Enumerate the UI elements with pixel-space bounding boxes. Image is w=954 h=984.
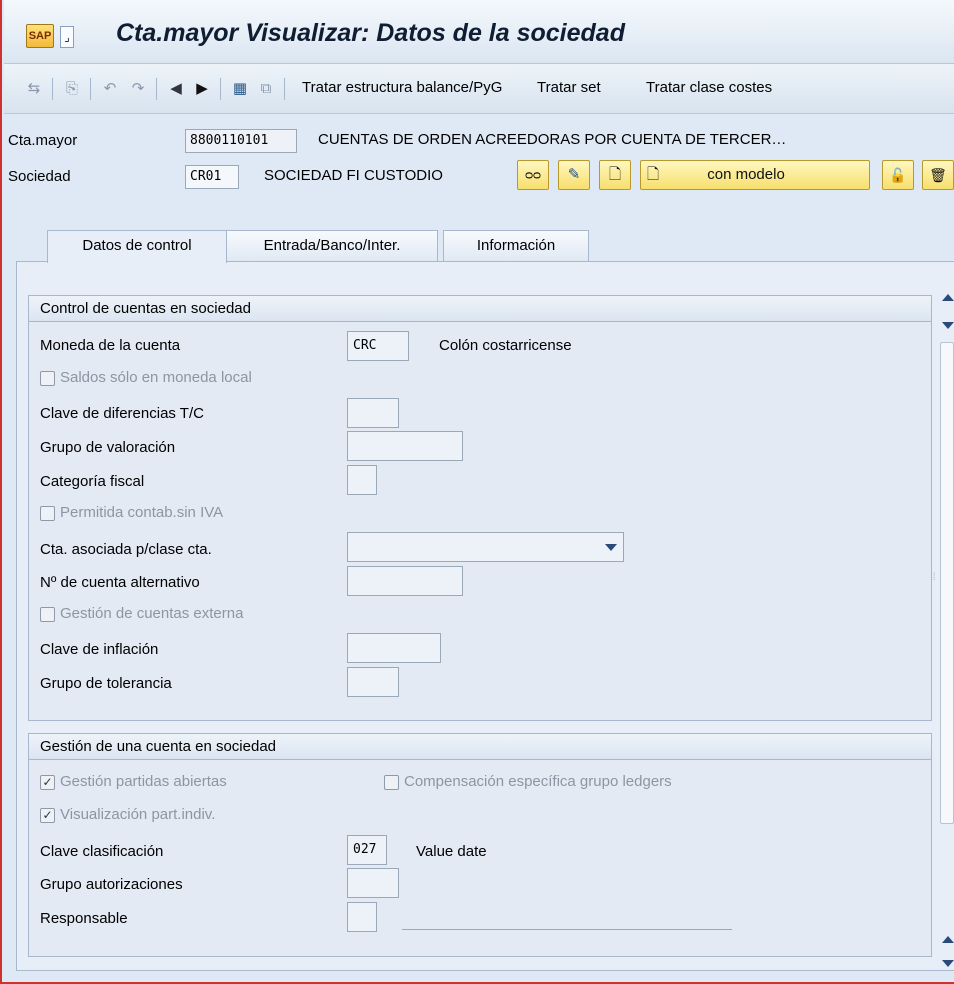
open-items-checkbox[interactable]: ✓ bbox=[40, 775, 55, 790]
toolbar-separator bbox=[220, 78, 221, 100]
sort-key-description: Value date bbox=[416, 843, 487, 860]
sap-menu-icon[interactable]: SAP bbox=[26, 24, 54, 48]
blank-page-icon: 🗋 bbox=[608, 166, 622, 183]
external-mgmt-checkbox[interactable] bbox=[40, 607, 55, 622]
tax-category-field[interactable] bbox=[347, 465, 377, 495]
alt-account-label: Nº de cuenta alternativo bbox=[40, 574, 200, 591]
valuation-group-field[interactable] bbox=[347, 431, 463, 461]
no-tax-checkbox[interactable] bbox=[40, 506, 55, 521]
delete-button[interactable]: 🗑 bbox=[922, 160, 954, 190]
where-used-icon[interactable]: ⧉ bbox=[256, 80, 276, 98]
toolbar-separator bbox=[156, 78, 157, 100]
scroll-page-up-icon[interactable] bbox=[942, 936, 954, 943]
tolerance-group-label: Grupo de tolerancia bbox=[40, 675, 172, 692]
next-icon[interactable]: ▶ bbox=[192, 80, 212, 98]
exchange-diff-field[interactable] bbox=[347, 398, 399, 428]
group-title: Gestión de una cuenta en sociedad bbox=[29, 734, 931, 760]
trash-icon: 🗑 bbox=[929, 167, 947, 183]
ledger-compensation-label: Compensación específica grupo ledgers bbox=[404, 773, 672, 790]
inflation-key-field[interactable] bbox=[347, 633, 441, 663]
account-field[interactable]: 8800110101 bbox=[185, 129, 297, 153]
glasses-icon: ᴑᴑ bbox=[525, 167, 541, 182]
currency-field[interactable]: CRC bbox=[347, 331, 409, 361]
edit-set-button[interactable]: Tratar set bbox=[537, 79, 601, 96]
page-title: Cta.mayor Visualizar: Datos de la socied… bbox=[116, 19, 625, 47]
line-items-label: Visualización part.indiv. bbox=[60, 806, 216, 823]
tab-entry-bank[interactable]: Entrada/Banco/Inter. bbox=[226, 230, 438, 262]
local-currency-label: Saldos sólo en moneda local bbox=[60, 369, 252, 386]
lock-icon: 🔓 bbox=[889, 167, 907, 183]
alt-account-field[interactable] bbox=[347, 566, 463, 596]
tolerance-group-field[interactable] bbox=[347, 667, 399, 697]
vertical-scrollbar[interactable] bbox=[938, 286, 954, 970]
account-label: Cta.mayor bbox=[8, 132, 78, 149]
edit-button[interactable]: ✎ bbox=[558, 160, 590, 190]
scroll-up-icon[interactable] bbox=[942, 294, 954, 301]
splitter-grip-icon[interactable]: ⁞⁞ bbox=[930, 572, 936, 583]
with-template-label: con modelo bbox=[707, 166, 785, 183]
responsible-label: Responsable bbox=[40, 910, 128, 927]
pencil-icon: ✎ bbox=[567, 166, 581, 183]
scroll-thumb[interactable] bbox=[940, 342, 954, 824]
create-button[interactable]: 🗋 bbox=[599, 160, 631, 190]
blank-page-icon: 🗋 bbox=[647, 166, 660, 183]
account-description: CUENTAS DE ORDEN ACREEDORAS POR CUENTA D… bbox=[318, 131, 787, 148]
no-tax-label: Permitida contab.sin IVA bbox=[60, 504, 224, 521]
chevron-down-icon bbox=[605, 544, 617, 551]
recon-account-dropdown[interactable] bbox=[347, 532, 624, 562]
scroll-down-icon[interactable] bbox=[942, 960, 954, 967]
auth-group-field[interactable] bbox=[347, 868, 399, 898]
valuation-group-label: Grupo de valoración bbox=[40, 439, 176, 456]
scroll-page-down-icon[interactable] bbox=[942, 322, 954, 329]
company-field[interactable]: CR01 bbox=[185, 165, 239, 189]
other-object-icon[interactable]: ⎘ bbox=[62, 80, 82, 98]
sort-key-label: Clave clasificación bbox=[40, 843, 164, 860]
tab-information[interactable]: Información bbox=[443, 230, 589, 262]
local-currency-checkbox[interactable] bbox=[40, 371, 55, 386]
toolbar-separator bbox=[52, 78, 53, 100]
external-mgmt-label: Gestión de cuentas externa bbox=[60, 605, 244, 622]
sap-window: SAP ⌟ Cta.mayor Visualizar: Datos de la … bbox=[0, 0, 954, 984]
auth-group-label: Grupo autorizaciones bbox=[40, 876, 183, 893]
sort-key-field[interactable]: 027 bbox=[347, 835, 387, 865]
company-description: SOCIEDAD FI CUSTODIO bbox=[264, 167, 443, 184]
create-with-template-button[interactable]: 🗋 con modelo bbox=[640, 160, 870, 190]
ledger-compensation-checkbox[interactable] bbox=[384, 775, 399, 790]
toolbar-separator bbox=[90, 78, 91, 100]
menu-caret-icon[interactable]: ⌟ bbox=[60, 26, 74, 48]
open-items-label: Gestión partidas abiertas bbox=[60, 773, 227, 790]
line-items-checkbox[interactable]: ✓ bbox=[40, 808, 55, 823]
currency-description: Colón costarricense bbox=[439, 337, 572, 354]
tax-category-label: Categoría fiscal bbox=[40, 473, 145, 490]
responsible-description-line bbox=[402, 929, 732, 930]
exchange-diff-label: Clave de diferencias T/C bbox=[40, 405, 204, 422]
previous-icon[interactable]: ◀ bbox=[166, 80, 186, 98]
title-bar: SAP ⌟ Cta.mayor Visualizar: Datos de la … bbox=[4, 0, 954, 64]
display-glasses-button[interactable]: ᴑᴑ bbox=[517, 160, 549, 190]
responsible-field[interactable] bbox=[347, 902, 377, 932]
switch-display-change-icon[interactable]: ⇆ bbox=[24, 80, 44, 98]
block-button[interactable]: 🔓 bbox=[882, 160, 914, 190]
cost-element-button[interactable]: Tratar clase costes bbox=[646, 79, 772, 96]
inflation-key-label: Clave de inflación bbox=[40, 641, 159, 658]
toolbar-separator bbox=[284, 78, 285, 100]
balance-structure-button[interactable]: Tratar estructura balance/PyG bbox=[302, 79, 502, 96]
application-toolbar: ⇆ ⎘ ↶ ↷ ◀ ▶ ▦ ⧉ Tratar estructura balanc… bbox=[4, 64, 954, 114]
undo-icon[interactable]: ↶ bbox=[100, 80, 120, 98]
redo-icon[interactable]: ↷ bbox=[128, 80, 148, 98]
tab-control-data[interactable]: Datos de control bbox=[47, 230, 227, 263]
group-title: Control de cuentas en sociedad bbox=[29, 296, 931, 322]
currency-label: Moneda de la cuenta bbox=[40, 337, 181, 354]
display-format-icon[interactable]: ▦ bbox=[230, 80, 250, 98]
recon-account-label: Cta. asociada p/clase cta. bbox=[40, 541, 212, 558]
company-label: Sociedad bbox=[8, 168, 71, 185]
